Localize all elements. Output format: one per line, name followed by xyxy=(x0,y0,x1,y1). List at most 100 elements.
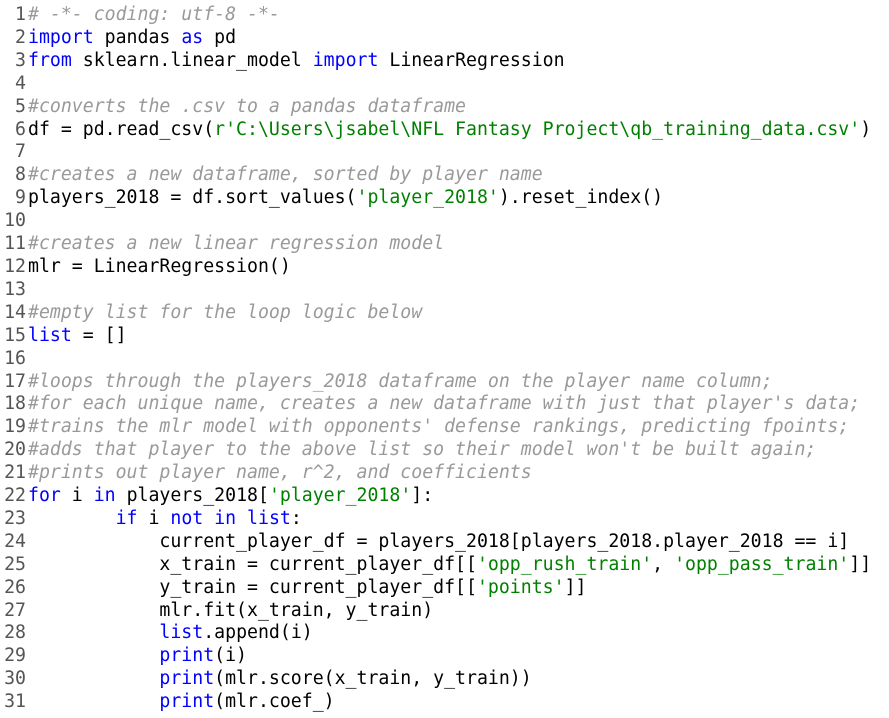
code-token: ).reset_index() xyxy=(498,187,664,209)
keyword-token: not xyxy=(170,507,204,529)
line-number: 26 xyxy=(4,576,26,598)
code-token: mlr.fit(x_train, y_train) xyxy=(28,599,434,621)
code-token: ]] xyxy=(849,553,872,575)
code-line[interactable]: 2 import pandas as pd xyxy=(0,27,889,50)
code-line[interactable]: 5 #converts the .csv to a pandas datafram… xyxy=(0,96,889,119)
code-text: list = [] xyxy=(26,325,889,348)
code-token: LinearRegression xyxy=(378,49,565,71)
code-token: ]: xyxy=(411,485,434,507)
string-token: 'points' xyxy=(476,576,565,598)
code-line[interactable]: 29 print(i) xyxy=(0,645,889,668)
line-number: 4 xyxy=(15,72,26,94)
line-number: 27 xyxy=(4,599,26,621)
code-line[interactable]: 12 mlr = LinearRegression() xyxy=(0,256,889,279)
comment-token: #converts the .csv to a pandas dataframe xyxy=(28,95,466,117)
line-number: 1 xyxy=(15,4,26,25)
keyword-token: print xyxy=(159,691,215,713)
code-line[interactable]: 28 list.append(i) xyxy=(0,622,889,645)
comment-token: #for each unique name, creates a new dat… xyxy=(28,393,861,415)
code-line[interactable]: 6 df = pd.read_csv(r'C:\Users\jsabel\NFL … xyxy=(0,119,889,142)
code-token: (mlr.coef_) xyxy=(214,691,335,713)
line-number: 2 xyxy=(15,26,26,48)
line-number: 28 xyxy=(4,622,26,644)
code-text: list.append(i) xyxy=(26,622,889,645)
line-number: 10 xyxy=(4,210,26,232)
code-line[interactable]: 26 y_train = current_player_df[['points'… xyxy=(0,577,889,600)
line-number: 19 xyxy=(4,416,26,438)
code-line[interactable]: 11 #creates a new linear regression model xyxy=(0,233,889,256)
keyword-token: import xyxy=(28,26,94,48)
code-line[interactable]: 27 mlr.fit(x_train, y_train) xyxy=(0,600,889,623)
code-token: pd xyxy=(203,26,237,48)
code-line[interactable]: 22 for i in players_2018['player_2018']: xyxy=(0,485,889,508)
keyword-token: print xyxy=(159,645,215,667)
code-line[interactable]: 18 #for each unique name, creates a new d… xyxy=(0,393,889,416)
code-line[interactable]: 10 xyxy=(0,210,889,233)
code-text: #creates a new linear regression model xyxy=(26,233,889,256)
code-line[interactable]: 19 #trains the mlr model with opponents' … xyxy=(0,416,889,439)
code-token: df = pd.read_csv( xyxy=(28,118,215,140)
code-token: .append(i) xyxy=(203,622,313,644)
code-line[interactable]: 24 current_player_df = players_2018[play… xyxy=(0,531,889,554)
line-number: 5 xyxy=(15,95,26,117)
code-line[interactable]: 14 #empty list for the loop logic below xyxy=(0,302,889,325)
keyword-token: list xyxy=(247,507,291,529)
code-text: mlr.fit(x_train, y_train) xyxy=(26,600,889,623)
comment-token: #empty list for the loop logic below xyxy=(28,301,423,323)
code-line[interactable]: 9 players_2018 = df.sort_values('player_2… xyxy=(0,187,889,210)
code-token: players_2018 = df.sort_values( xyxy=(28,187,357,209)
line-number: 23 xyxy=(4,507,26,529)
code-token: pandas xyxy=(93,26,182,48)
line-number: 31 xyxy=(4,691,26,713)
keyword-token: list xyxy=(159,622,204,644)
code-text: #creates a new dataframe, sorted by play… xyxy=(26,164,889,187)
code-line[interactable]: 30 print(mlr.score(x_train, y_train)) xyxy=(0,668,889,691)
code-line[interactable]: 3 from sklearn.linear_model import Linear… xyxy=(0,50,889,73)
code-text: #prints out player name, r^2, and coeffi… xyxy=(26,462,889,485)
comment-token: #trains the mlr model with opponents' de… xyxy=(28,416,850,438)
string-token: 'opp_pass_train' xyxy=(674,553,850,575)
line-number: 11 xyxy=(4,233,26,255)
code-text: x_train = current_player_df[['opp_rush_t… xyxy=(26,554,889,577)
code-line[interactable]: 21 #prints out player name, r^2, and coef… xyxy=(0,462,889,485)
code-token: i xyxy=(137,507,171,529)
code-token: = [] xyxy=(71,324,127,346)
line-number: 14 xyxy=(4,301,26,323)
code-line[interactable]: 25 x_train = current_player_df[['opp_rus… xyxy=(0,554,889,577)
code-line[interactable]: 23 if i not in list: xyxy=(0,508,889,531)
code-token: current_player_df = players_2018[players… xyxy=(28,530,850,552)
comment-token: #loops through the players_2018 datafram… xyxy=(28,370,773,392)
code-line[interactable]: 8 #creates a new dataframe, sorted by pla… xyxy=(0,164,889,187)
code-token: sklearn.linear_model xyxy=(71,49,313,71)
line-number: 17 xyxy=(4,370,26,392)
code-token: ) xyxy=(860,118,872,140)
code-line[interactable]: 31 print(mlr.coef_) xyxy=(0,691,889,714)
code-line[interactable]: 16 xyxy=(0,348,889,371)
code-line[interactable]: 17 #loops through the players_2018 datafr… xyxy=(0,371,889,394)
line-number: 18 xyxy=(4,393,26,415)
code-editor[interactable]: 1 # -*- coding: utf-8 -*- 2 import pandas a… xyxy=(0,0,889,718)
code-text: #adds that player to the above list so t… xyxy=(26,439,889,462)
code-line[interactable]: 7 xyxy=(0,141,889,164)
code-line[interactable]: 13 xyxy=(0,279,889,302)
code-line[interactable]: 15 list = [] xyxy=(0,325,889,348)
code-text: for i in players_2018['player_2018']: xyxy=(26,485,889,508)
code-text: players_2018 = df.sort_values('player_20… xyxy=(26,187,889,210)
code-token: : xyxy=(290,507,302,529)
code-line[interactable]: 1 # -*- coding: utf-8 -*- xyxy=(0,4,889,27)
line-number: 6 xyxy=(15,118,26,140)
keyword-token: from xyxy=(28,49,72,71)
line-number: 24 xyxy=(4,530,26,552)
code-token: , xyxy=(652,553,675,575)
code-line[interactable]: 4 xyxy=(0,73,889,96)
code-text: from sklearn.linear_model import LinearR… xyxy=(26,50,889,73)
code-text: mlr = LinearRegression() xyxy=(26,256,889,279)
code-line[interactable]: 20 #adds that player to the above list so… xyxy=(0,439,889,462)
